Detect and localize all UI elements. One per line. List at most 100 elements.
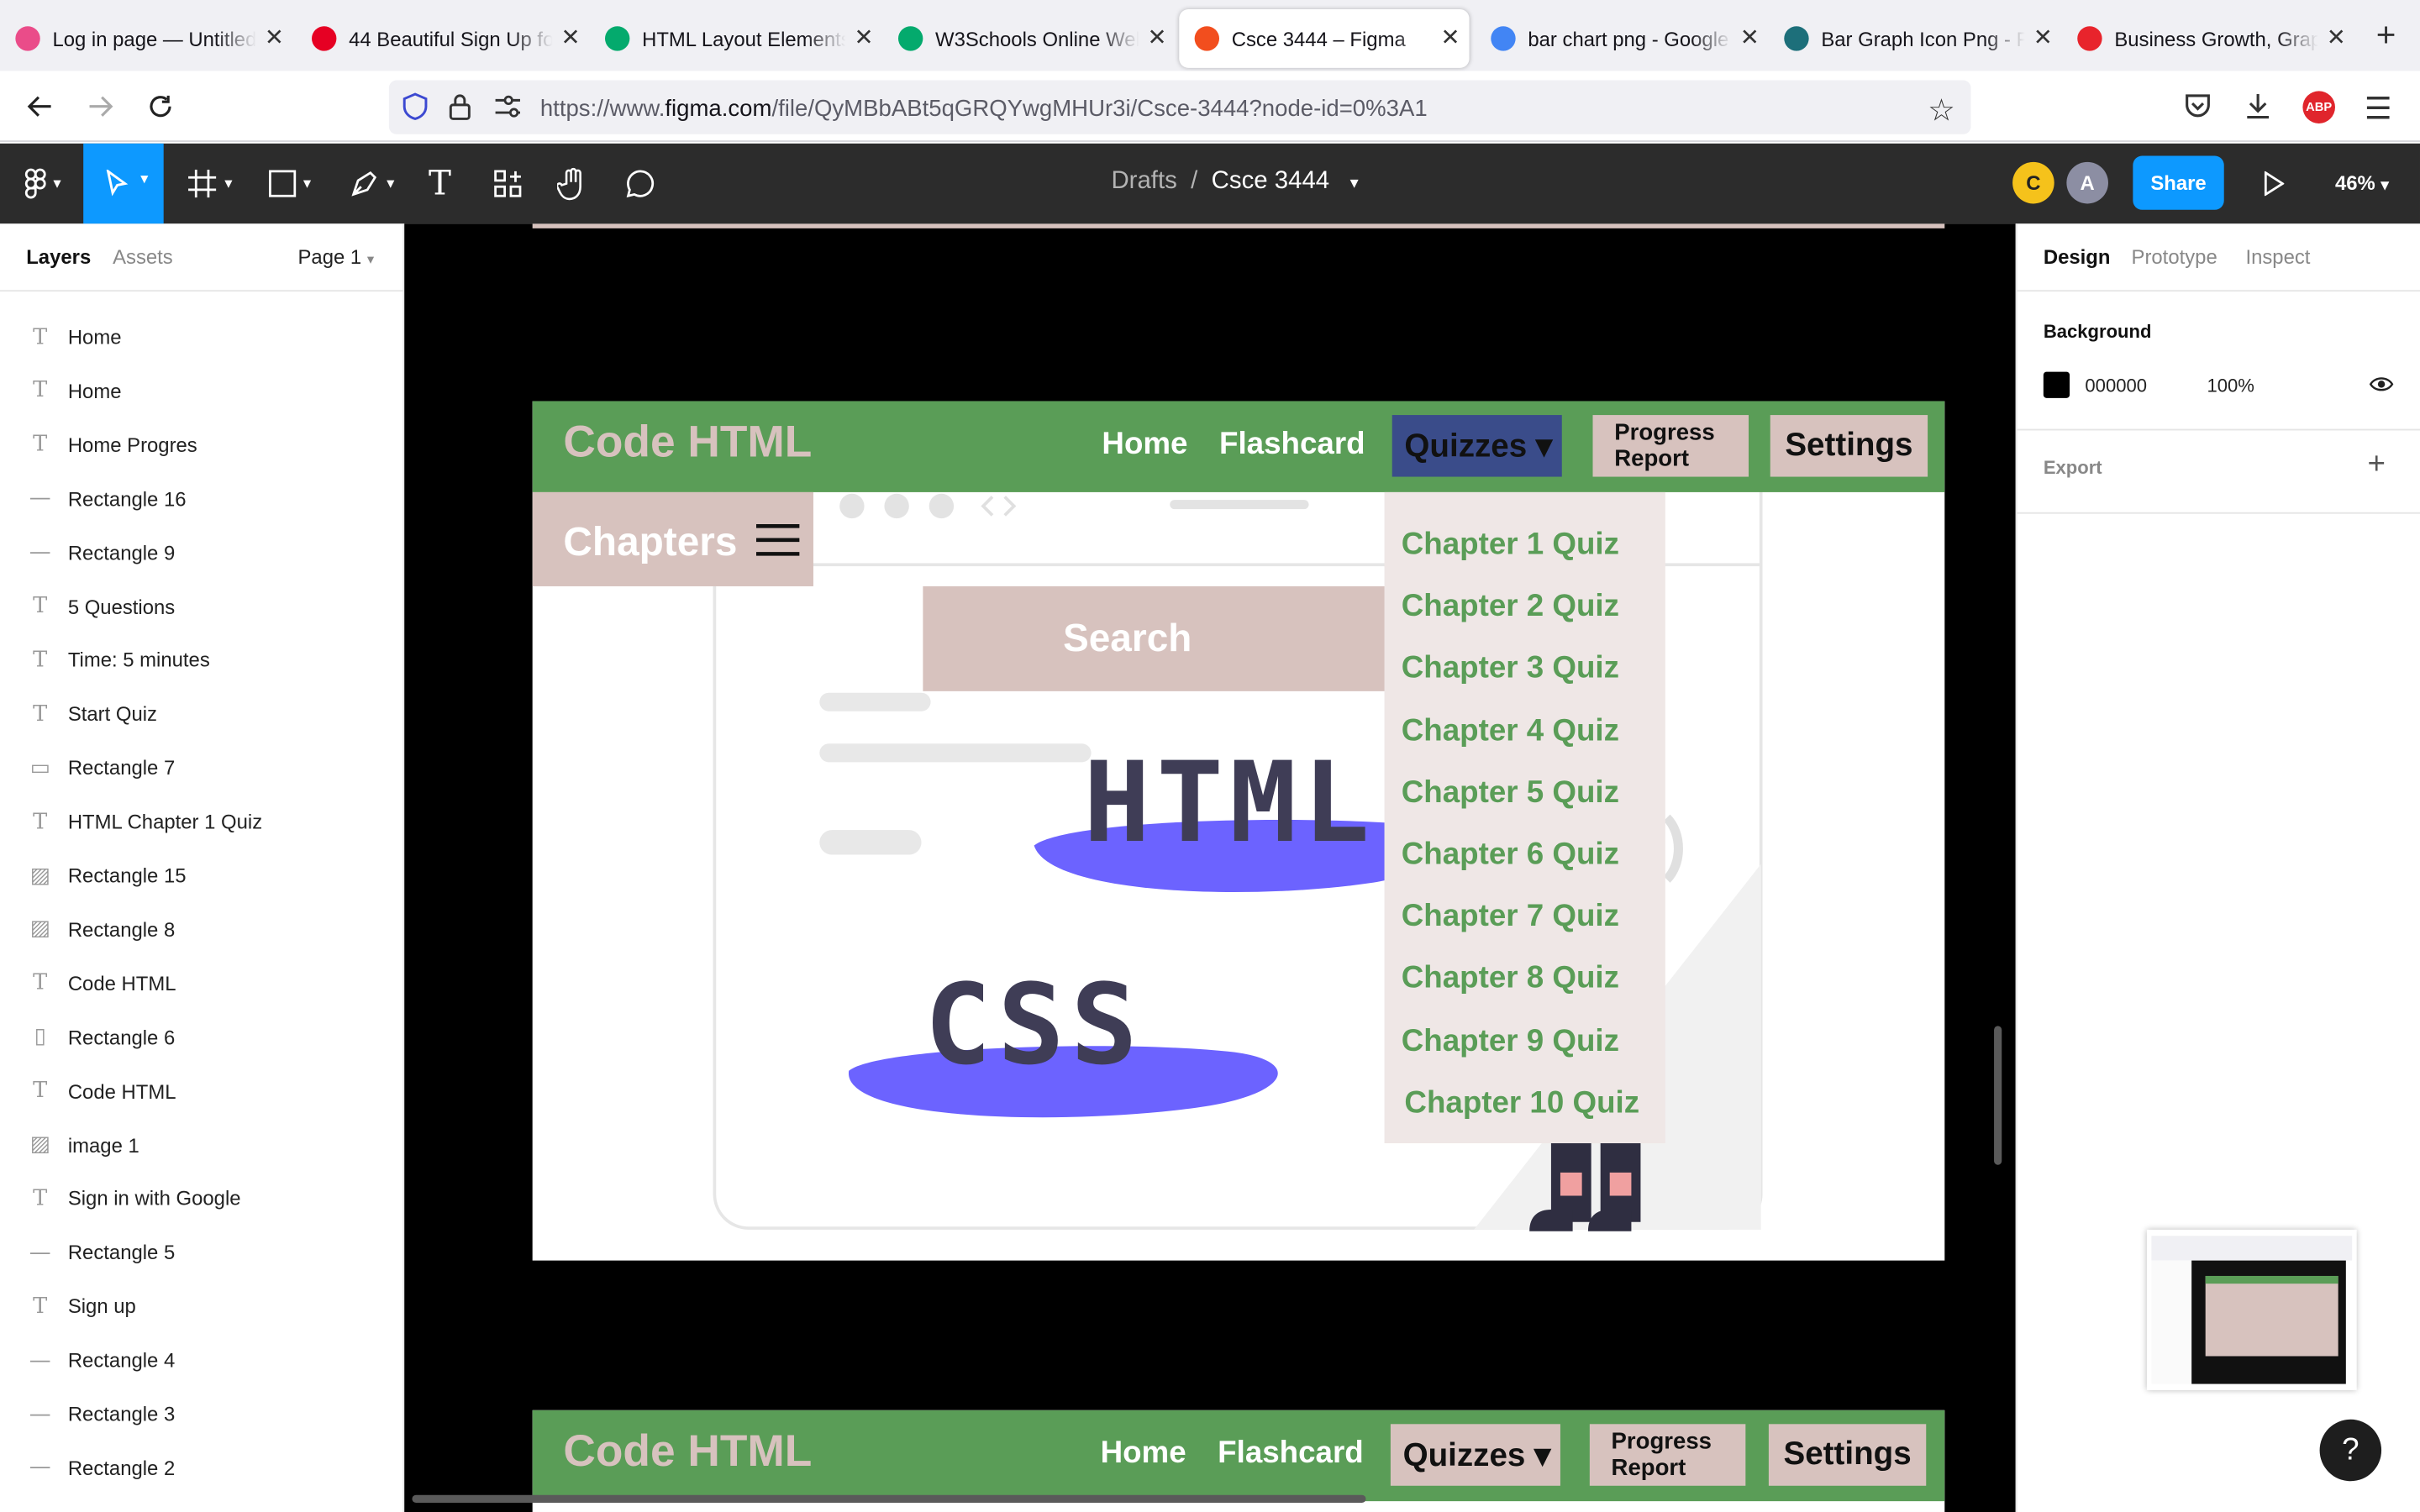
help-button[interactable]: ? xyxy=(2319,1419,2382,1482)
browser-tab[interactable]: 44 Beautiful Sign Up fo ✕ xyxy=(297,9,590,68)
layer-row[interactable]: T Sign in with Google xyxy=(0,1172,404,1226)
pocket-icon[interactable] xyxy=(2182,91,2213,129)
forward-icon[interactable] xyxy=(77,83,124,129)
tab-layers[interactable]: Layers xyxy=(26,245,91,269)
tab-inspect[interactable]: Inspect xyxy=(2245,245,2310,269)
quiz-menu-item[interactable]: Chapter 8 Quiz xyxy=(1402,962,1619,997)
layer-row[interactable]: ▨ Rectangle 8 xyxy=(0,902,404,956)
close-tab-icon[interactable]: ✕ xyxy=(1147,24,1166,50)
browser-tab[interactable]: Log in page — Untitled ✕ xyxy=(0,9,293,68)
adblock-icon[interactable]: ABP xyxy=(2302,91,2335,123)
browser-tab[interactable]: Business Growth, Grap ✕ xyxy=(2062,9,2355,68)
background-opacity-input[interactable]: 100% xyxy=(2207,375,2254,396)
layer-row[interactable]: T Code HTML xyxy=(0,1064,404,1118)
layer-row[interactable]: ▭ Rectangle 7 xyxy=(0,741,404,795)
back-icon[interactable] xyxy=(17,83,63,129)
nav-quizzes-dropdown[interactable]: Quizzes ▾ xyxy=(1392,415,1562,477)
close-tab-icon[interactable]: ✕ xyxy=(1440,24,1460,50)
layer-row[interactable]: — Rectangle 5 xyxy=(0,1226,404,1279)
rectangle-tool-icon[interactable]: ▾ xyxy=(260,156,321,212)
bookmark-star-icon[interactable]: ☆ xyxy=(1928,91,1955,129)
browser-tab[interactable]: Bar Graph Icon Png - F ✕ xyxy=(1769,9,2062,68)
quiz-menu-item[interactable]: Chapter 6 Quiz xyxy=(1402,837,1619,873)
reload-icon[interactable] xyxy=(137,83,183,129)
nav-settings[interactable]: Settings xyxy=(1768,1424,1927,1486)
frame-tool-icon[interactable]: ▾ xyxy=(179,156,240,212)
move-tool-button[interactable]: ▾ xyxy=(83,143,164,224)
layer-row[interactable]: ▨ image 1 xyxy=(0,1118,404,1172)
permissions-icon[interactable] xyxy=(494,94,522,127)
downloads-icon[interactable] xyxy=(2243,91,2274,129)
background-color-swatch[interactable] xyxy=(2043,371,2070,398)
nav-settings[interactable]: Settings xyxy=(1770,415,1928,477)
browser-tab[interactable]: HTML Layout Elements ✕ xyxy=(590,9,883,68)
page-selector[interactable]: Page 1 ▾ xyxy=(297,245,374,269)
layer-row[interactable]: — Rectangle 2 xyxy=(0,1441,404,1494)
site-logo[interactable]: Code HTML xyxy=(563,418,812,470)
hand-tool-icon[interactable] xyxy=(553,156,593,212)
vertical-scrollbar[interactable] xyxy=(1994,1026,2002,1165)
quiz-menu-item[interactable]: Chapter 1 Quiz xyxy=(1402,528,1619,563)
browser-tab[interactable]: W3Schools Online Web ✕ xyxy=(883,9,1176,68)
quiz-menu-item[interactable]: Chapter 10 Quiz xyxy=(1404,1086,1639,1121)
hamburger-icon[interactable] xyxy=(755,523,800,565)
layer-row[interactable]: T Start Quiz xyxy=(0,687,404,741)
pen-tool-icon[interactable]: ▾ xyxy=(339,156,404,212)
nav-quizzes-dropdown[interactable]: Quizzes ▾ xyxy=(1390,1424,1560,1486)
url-bar[interactable]: https://www.figma.com/file/QyMBbABt5qGRQ… xyxy=(388,80,1971,134)
file-breadcrumb[interactable]: Drafts / Csce 3444 ▾ xyxy=(1111,168,1358,196)
add-export-icon[interactable]: + xyxy=(2368,448,2386,483)
new-tab-button[interactable]: + xyxy=(2366,15,2407,55)
avatar[interactable]: A xyxy=(2066,161,2108,204)
layer-row[interactable]: T 5 Questions xyxy=(0,580,404,633)
nav-flashcard[interactable]: Flashcard xyxy=(1219,428,1365,463)
eye-icon[interactable] xyxy=(2369,373,2394,402)
browser-tab[interactable]: bar chart png - Google ✕ xyxy=(1476,9,1769,68)
browser-tab[interactable]: Csce 3444 – Figma ✕ xyxy=(1179,9,1470,68)
quiz-menu-item[interactable]: Chapter 3 Quiz xyxy=(1402,652,1619,687)
text-tool-icon[interactable]: T xyxy=(420,156,460,212)
quiz-dropdown-frame[interactable]: HTML CSS Search Code HTML Home Flashcard… xyxy=(532,401,1945,1261)
menu-icon[interactable]: ☰ xyxy=(2365,90,2392,129)
layer-row[interactable]: T Home xyxy=(0,364,404,417)
tab-prototype[interactable]: Prototype xyxy=(2132,245,2217,269)
close-tab-icon[interactable]: ✕ xyxy=(561,24,581,50)
nav-progress-report[interactable]: Progress Report xyxy=(1592,415,1749,477)
nav-home[interactable]: Home xyxy=(1101,1436,1186,1472)
layer-row[interactable]: T Sign up xyxy=(0,1279,404,1333)
design-canvas[interactable]: HTML CSS Search Code HTML Home Flashcard… xyxy=(404,223,2016,1512)
background-hex-input[interactable]: 000000 xyxy=(2085,375,2147,396)
quiz-menu-item[interactable]: Chapter 9 Quiz xyxy=(1402,1024,1619,1059)
share-button[interactable]: Share xyxy=(2133,155,2224,210)
layer-row[interactable]: — Rectangle 4 xyxy=(0,1333,404,1387)
figma-main-menu-icon[interactable]: ▾ xyxy=(15,156,71,212)
quiz-menu-item[interactable]: Chapter 4 Quiz xyxy=(1402,714,1619,749)
close-tab-icon[interactable]: ✕ xyxy=(2033,24,2053,50)
shield-icon[interactable] xyxy=(402,92,429,128)
drafts-link[interactable]: Drafts xyxy=(1111,168,1176,194)
layer-row[interactable]: T Code HTML xyxy=(0,956,404,1010)
minimap-preview[interactable] xyxy=(2146,1229,2357,1390)
present-play-icon[interactable] xyxy=(2256,156,2290,212)
export-section-title[interactable]: Export xyxy=(2044,457,2102,479)
file-name[interactable]: Csce 3444 xyxy=(1212,168,1330,194)
layer-row[interactable]: T Home Progres xyxy=(0,417,404,471)
layer-row[interactable]: T Time: 5 minutes xyxy=(0,633,404,687)
comment-tool-icon[interactable] xyxy=(620,156,660,212)
layer-row[interactable]: T Home xyxy=(0,310,404,364)
layer-row[interactable]: — Rectangle 3 xyxy=(0,1387,404,1441)
site-logo[interactable]: Code HTML xyxy=(563,1427,812,1478)
close-tab-icon[interactable]: ✕ xyxy=(1740,24,1760,50)
layer-row[interactable]: ▯ Rectangle 6 xyxy=(0,1010,404,1063)
chapters-menu[interactable]: Chapters xyxy=(532,491,813,586)
layer-row[interactable]: — Rectangle 9 xyxy=(0,526,404,580)
close-tab-icon[interactable]: ✕ xyxy=(265,24,284,50)
resources-icon[interactable] xyxy=(487,156,528,212)
close-tab-icon[interactable]: ✕ xyxy=(854,24,873,50)
nav-home[interactable]: Home xyxy=(1102,428,1187,463)
layer-row[interactable]: ▨ Rectangle 15 xyxy=(0,848,404,902)
tab-design[interactable]: Design xyxy=(2044,245,2111,269)
nav-progress-report[interactable]: Progress Report xyxy=(1589,1424,1746,1486)
quiz-menu-item[interactable]: Chapter 5 Quiz xyxy=(1402,776,1619,811)
lock-icon[interactable] xyxy=(448,92,472,128)
